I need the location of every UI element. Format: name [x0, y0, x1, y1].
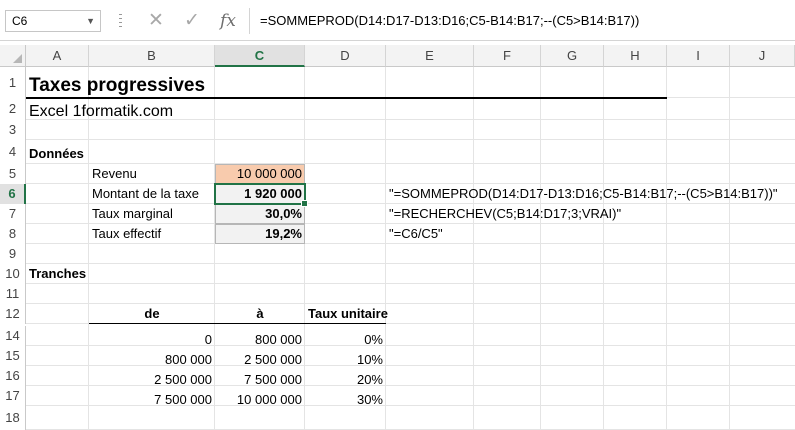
title-underline [26, 97, 667, 99]
table-cell-de[interactable]: 7 500 000 [89, 390, 215, 410]
row-header-7[interactable]: 7 [0, 204, 26, 224]
table-cell-a[interactable]: 7 500 000 [215, 370, 305, 390]
row-header-15[interactable]: 15 [0, 346, 26, 366]
formula-input[interactable]: =SOMMEPROD(D14:D17-D13:D16;C5-B14:B17;--… [260, 10, 639, 32]
table-cell-a[interactable]: 10 000 000 [215, 390, 305, 410]
row-gridline [26, 263, 795, 264]
row-header-4[interactable]: 4 [0, 140, 26, 164]
formula-bar: C6 ▼ ✕ ✓ fx =SOMMEPROD(D14:D17-D13:D16;C… [0, 0, 795, 41]
column-header-d[interactable]: D [305, 45, 386, 67]
select-all-button[interactable] [0, 45, 26, 67]
select-all-triangle-icon [13, 54, 22, 63]
table-cell-de[interactable]: 2 500 000 [89, 370, 215, 390]
row-gridline [26, 163, 795, 164]
table-header-a[interactable]: à [215, 304, 305, 324]
montant-label[interactable]: Montant de la taxe [89, 184, 202, 204]
row-header-18[interactable]: 18 [0, 406, 26, 430]
row-header-5[interactable]: 5 [0, 164, 26, 184]
column-header-i[interactable]: I [667, 45, 730, 67]
taux-marginal-formula-text[interactable]: "=RECHERCHEV(C5;B14:D17;3;VRAI)" [386, 204, 624, 224]
row-gridline [26, 139, 795, 140]
row-header-2[interactable]: 2 [0, 98, 26, 120]
taux-marginal-label[interactable]: Taux marginal [89, 204, 176, 224]
column-header-b[interactable]: B [89, 45, 215, 67]
formula-bar-divider [0, 40, 795, 41]
column-gridline [729, 67, 730, 430]
row-header-8[interactable]: 8 [0, 224, 26, 244]
table-cell-taux[interactable]: 10% [305, 350, 386, 370]
row-gridline [26, 283, 795, 284]
taux-effectif-value[interactable]: 19,2% [215, 224, 305, 244]
row-header-11[interactable]: 11 [0, 284, 26, 304]
table-cell-taux[interactable]: 0% [305, 330, 386, 350]
insert-function-icon[interactable]: fx [216, 8, 240, 34]
montant-formula-text[interactable]: "=SOMMEPROD(D14:D17-D13:D16;C5-B14:B17;-… [386, 184, 781, 204]
column-header-j[interactable]: J [730, 45, 795, 67]
tranches-label[interactable]: Tranches [26, 264, 89, 284]
row-header-10[interactable]: 10 [0, 264, 26, 284]
row-header-12[interactable]: 12 [0, 304, 26, 324]
taux-effectif-formula-text[interactable]: "=C6/C5" [386, 224, 446, 244]
row-header-14[interactable]: 14 [0, 326, 26, 346]
revenu-label[interactable]: Revenu [89, 164, 140, 184]
revenu-value[interactable]: 10 000 000 [215, 164, 305, 184]
formula-bar-grip[interactable] [119, 14, 122, 30]
column-gridline [666, 67, 667, 430]
row-header-1[interactable]: 1 [0, 67, 26, 98]
row-header-16[interactable]: 16 [0, 366, 26, 386]
active-cell-selection[interactable] [214, 183, 306, 205]
column-header-g[interactable]: G [541, 45, 604, 67]
table-cell-taux[interactable]: 20% [305, 370, 386, 390]
column-header-h[interactable]: H [604, 45, 667, 67]
column-header-c[interactable]: C [215, 45, 305, 67]
cancel-icon[interactable]: ✕ [144, 8, 168, 34]
name-box[interactable]: C6 ▼ [5, 10, 101, 32]
table-cell-de[interactable]: 0 [89, 330, 215, 350]
table-cell-a[interactable]: 2 500 000 [215, 350, 305, 370]
table-cell-taux[interactable]: 30% [305, 390, 386, 410]
row-header-9[interactable]: 9 [0, 244, 26, 264]
enter-icon[interactable]: ✓ [180, 8, 204, 34]
column-header-e[interactable]: E [386, 45, 474, 67]
sheet-title[interactable]: Taxes progressives [26, 75, 208, 97]
row-header-3[interactable]: 3 [0, 120, 26, 140]
table-cell-de[interactable]: 800 000 [89, 350, 215, 370]
donnees-label[interactable]: Données [26, 144, 87, 164]
table-cell-a[interactable]: 800 000 [215, 330, 305, 350]
name-box-value: C6 [12, 14, 28, 28]
row-header-17[interactable]: 17 [0, 386, 26, 406]
column-gridline [603, 67, 604, 430]
name-box-dropdown-icon[interactable]: ▼ [86, 11, 95, 31]
sheet-subtitle[interactable]: Excel 1formatik.com [26, 102, 176, 122]
fill-handle[interactable] [301, 200, 308, 207]
column-header-a[interactable]: A [26, 45, 89, 67]
column-header-f[interactable]: F [474, 45, 541, 67]
table-header-taux[interactable]: Taux unitaire [305, 304, 388, 324]
taux-marginal-value[interactable]: 30,0% [215, 204, 305, 224]
row-header-6[interactable]: 6 [0, 184, 26, 204]
column-gridline [473, 67, 474, 430]
table-header-de[interactable]: de [89, 304, 215, 324]
column-gridline [540, 67, 541, 430]
taux-effectif-label[interactable]: Taux effectif [89, 224, 164, 244]
formula-bar-separator [249, 8, 250, 34]
